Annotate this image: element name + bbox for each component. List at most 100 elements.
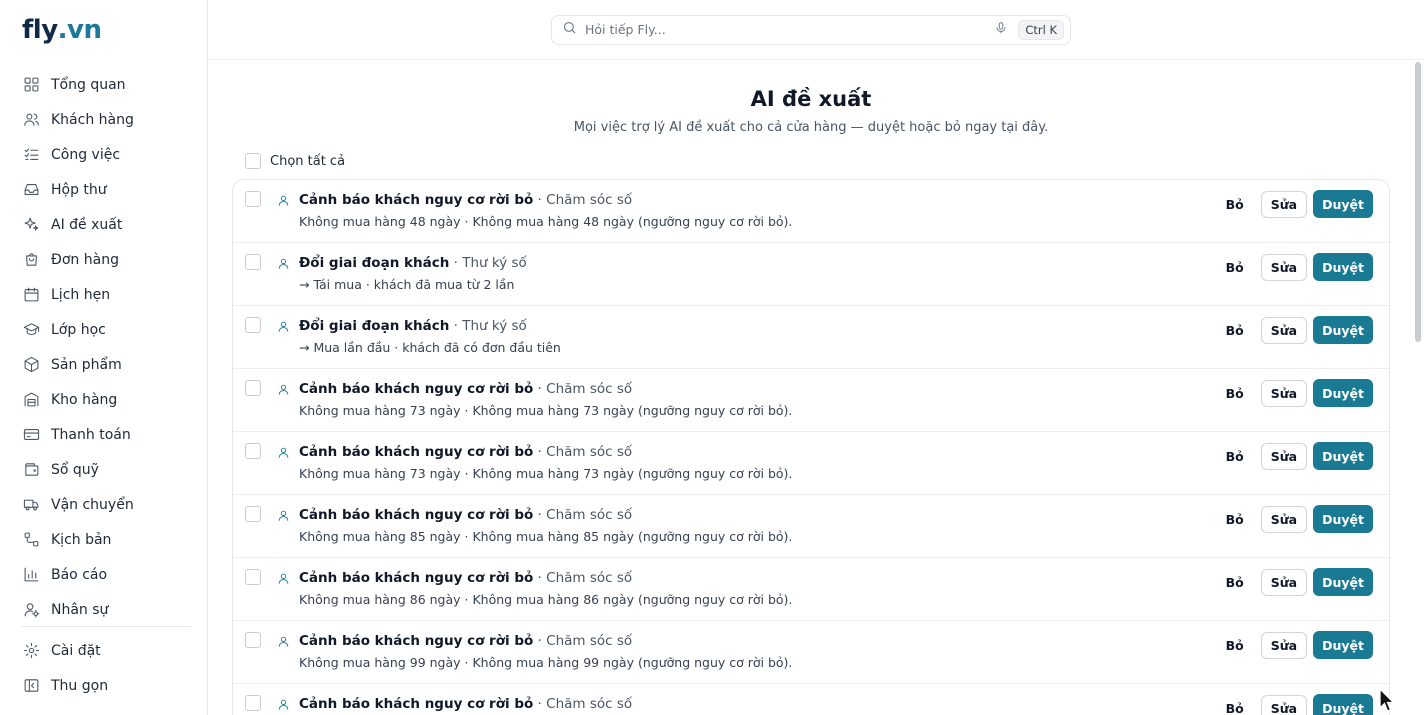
skip-button[interactable]: Bỏ	[1226, 323, 1244, 338]
suggestion-source: · Chăm sóc số	[533, 507, 633, 523]
approve-button[interactable]: Duyệt	[1313, 568, 1373, 596]
sidebar-item-label: Đơn hàng	[51, 251, 119, 268]
sidebar-item-hop-thu[interactable]: Hộp thư	[0, 172, 207, 207]
sidebar-item-khach-hang[interactable]: Khách hàng	[0, 102, 207, 137]
suggestion-heading: Đổi giai đoạn khách · Thư ký số	[299, 316, 561, 336]
users-icon	[22, 111, 40, 129]
suggestion-source: · Thư ký số	[449, 318, 527, 334]
sidebar-item-cai-dat[interactable]: Cài đặt	[0, 633, 207, 668]
skip-button[interactable]: Bỏ	[1226, 575, 1244, 590]
row-checkbox[interactable]	[245, 191, 261, 207]
workflow-icon	[22, 531, 40, 549]
mouse-cursor-icon	[1379, 688, 1396, 712]
user-icon	[277, 255, 291, 269]
sidebar-item-label: AI đề xuất	[51, 216, 123, 233]
suggestion-title: Đổi giai đoạn khách	[299, 255, 450, 271]
row-checkbox[interactable]	[245, 380, 261, 396]
suggestion-row: Cảnh báo khách nguy cơ rời bỏ · Chăm sóc…	[233, 180, 1389, 243]
edit-button[interactable]: Sửa	[1260, 316, 1308, 344]
edit-button[interactable]: Sửa	[1260, 694, 1308, 715]
approve-button[interactable]: Duyệt	[1313, 190, 1373, 218]
approve-button[interactable]: Duyệt	[1313, 442, 1373, 470]
row-checkbox[interactable]	[245, 632, 261, 648]
sidebar-item-ai-de-xuat[interactable]: AI đề xuất	[0, 207, 207, 242]
suggestion-title: Cảnh báo khách nguy cơ rời bỏ	[299, 570, 534, 586]
sidebar-item-van-chuyen[interactable]: Vận chuyển	[0, 487, 207, 522]
suggestion-source: · Chăm sóc số	[533, 192, 633, 208]
sidebar-item-label: Báo cáo	[51, 566, 108, 583]
sidebar-item-san-pham[interactable]: Sản phẩm	[0, 347, 207, 382]
page-subtitle: Mọi việc trợ lý AI đề xuất cho cả cửa hà…	[573, 120, 1049, 135]
credit-card-icon	[22, 426, 40, 444]
sidebar-item-thanh-toan[interactable]: Thanh toán	[0, 417, 207, 452]
row-actions: Bỏ Sửa Duyệt	[1226, 631, 1373, 659]
suggestion-detail: → Mua lần đầu · khách đã có đơn đầu tiên	[299, 340, 561, 355]
suggestion-text: Cảnh báo khách nguy cơ rời bỏ · Chăm sóc…	[299, 505, 792, 546]
shortcut-badge: Ctrl K	[1018, 19, 1064, 40]
sidebar-item-bao-cao[interactable]: Báo cáo	[0, 557, 207, 592]
logo-name: fly	[22, 15, 58, 45]
suggestion-heading: Cảnh báo khách nguy cơ rời bỏ · Chăm sóc…	[299, 505, 792, 525]
sidebar-item-label: Lớp học	[51, 321, 106, 338]
row-checkbox[interactable]	[245, 506, 261, 522]
approve-button[interactable]: Duyệt	[1313, 316, 1373, 344]
suggestion-heading: Cảnh báo khách nguy cơ rời bỏ · Chăm sóc…	[299, 568, 792, 588]
approve-button[interactable]: Duyệt	[1313, 253, 1373, 281]
search-box[interactable]: Ctrl K	[551, 14, 1071, 45]
sidebar-item-so-quy[interactable]: Sổ quỹ	[0, 452, 207, 487]
row-checkbox[interactable]	[245, 569, 261, 585]
suggestion-row: Cảnh báo khách nguy cơ rời bỏ · Chăm sóc…	[233, 369, 1389, 432]
skip-button[interactable]: Bỏ	[1226, 197, 1244, 212]
suggestion-row: Đổi giai đoạn khách · Thư ký số → Mua lần…	[233, 306, 1389, 369]
skip-button[interactable]: Bỏ	[1226, 260, 1244, 275]
edit-button[interactable]: Sửa	[1260, 505, 1308, 533]
microphone-icon[interactable]	[994, 20, 1008, 39]
logo[interactable]: fly .vn	[0, 0, 207, 60]
truck-icon	[22, 496, 40, 514]
sidebar-item-don-hang[interactable]: Đơn hàng	[0, 242, 207, 277]
row-checkbox[interactable]	[245, 317, 261, 333]
edit-button[interactable]: Sửa	[1260, 442, 1308, 470]
sidebar-item-tong-quan[interactable]: Tổng quan	[0, 67, 207, 102]
skip-button[interactable]: Bỏ	[1226, 701, 1244, 715]
row-checkbox[interactable]	[245, 254, 261, 270]
suggestion-text: Cảnh báo khách nguy cơ rời bỏ · Chăm sóc…	[299, 379, 792, 420]
approve-button[interactable]: Duyệt	[1313, 631, 1373, 659]
suggestion-row: Cảnh báo khách nguy cơ rời bỏ · Chăm sóc…	[233, 432, 1389, 495]
suggestion-source: · Chăm sóc số	[533, 570, 633, 586]
select-all[interactable]: Chọn tất cả	[245, 152, 1390, 170]
skip-button[interactable]: Bỏ	[1226, 638, 1244, 653]
sidebar-item-label: Vận chuyển	[51, 496, 134, 513]
sidebar-item-thu-gon[interactable]: Thu gọn	[0, 668, 207, 703]
suggestion-text: Cảnh báo khách nguy cơ rời bỏ · Chăm sóc…	[299, 631, 792, 672]
logo-tld: .vn	[57, 15, 102, 45]
edit-button[interactable]: Sửa	[1260, 568, 1308, 596]
inbox-icon	[22, 181, 40, 199]
edit-button[interactable]: Sửa	[1260, 631, 1308, 659]
skip-button[interactable]: Bỏ	[1226, 449, 1244, 464]
suggestion-detail: → Tái mua · khách đã mua từ 2 lần	[299, 277, 515, 292]
row-checkbox[interactable]	[245, 695, 261, 711]
sidebar-item-kho-hang[interactable]: Kho hàng	[0, 382, 207, 417]
edit-button[interactable]: Sửa	[1260, 379, 1308, 407]
scrollbar-thumb[interactable]	[1415, 62, 1421, 342]
edit-button[interactable]: Sửa	[1260, 190, 1308, 218]
user-icon	[277, 507, 291, 521]
select-all-checkbox[interactable]	[245, 153, 261, 169]
skip-button[interactable]: Bỏ	[1226, 512, 1244, 527]
skip-button[interactable]: Bỏ	[1226, 386, 1244, 401]
sidebar-bottom-nav: Cài đặt Thu gọn	[0, 633, 207, 703]
sidebar-item-kich-ban[interactable]: Kịch bản	[0, 522, 207, 557]
sidebar-item-cong-viec[interactable]: Công việc	[0, 137, 207, 172]
suggestion-heading: Đổi giai đoạn khách · Thư ký số	[299, 253, 527, 273]
sidebar-item-nhan-su[interactable]: Nhân sự	[0, 592, 207, 627]
approve-button[interactable]: Duyệt	[1313, 694, 1373, 715]
approve-button[interactable]: Duyệt	[1313, 379, 1373, 407]
approve-button[interactable]: Duyệt	[1313, 505, 1373, 533]
suggestion-detail: Không mua hàng 48 ngày · Không mua hàng …	[299, 214, 793, 229]
row-checkbox[interactable]	[245, 443, 261, 459]
sidebar-item-lich-hen[interactable]: Lịch hẹn	[0, 277, 207, 312]
edit-button[interactable]: Sửa	[1260, 253, 1308, 281]
search-input[interactable]	[585, 22, 995, 37]
sidebar-item-lop-hoc[interactable]: Lớp học	[0, 312, 207, 347]
